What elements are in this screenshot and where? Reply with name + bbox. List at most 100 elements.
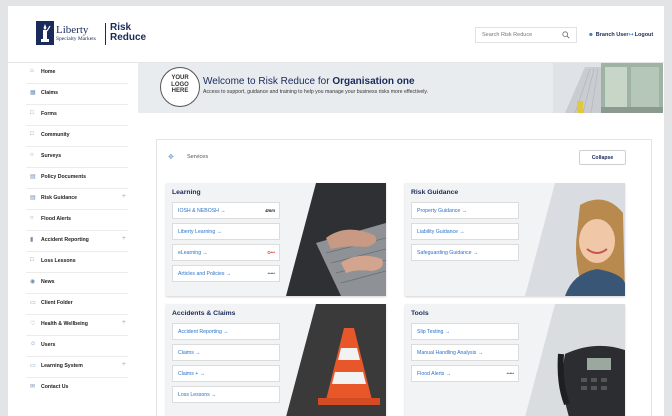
health-icon: ♡ <box>30 321 36 327</box>
sidebar-item-client-folder[interactable]: ▭ Client Folder <box>26 294 128 315</box>
services-panel: ✥ Services Collapse Learning IOSH & NEBO… <box>156 139 652 416</box>
expand-plus-icon[interactable]: + <box>122 361 126 368</box>
iosh-nebosh-link[interactable]: IOSH & NEBOSH → 4mm <box>172 202 280 219</box>
partner-badge: O••• <box>267 250 275 255</box>
expand-plus-icon[interactable]: + <box>122 235 126 242</box>
services-move-icon: ✥ <box>168 154 174 161</box>
branch-user-link[interactable]: ☻ Branch User <box>588 32 629 38</box>
partner-badge: 4mm <box>265 208 275 213</box>
contact-icon: ✉ <box>30 384 36 390</box>
chart-icon: ▮ <box>30 237 34 243</box>
sidebar-item-learning-system[interactable]: ▭ Learning System + <box>26 357 128 378</box>
sidebar-item-forms[interactable]: □ Forms <box>26 105 128 126</box>
manual-handling-analysis-link[interactable]: Manual Handling Analysis → <box>411 344 519 361</box>
elearning-link[interactable]: eLearning → O••• <box>172 244 280 261</box>
sidebar-item-label: Risk Guidance <box>41 195 78 201</box>
services-heading: Services <box>187 154 209 160</box>
claims-link[interactable]: Claims → <box>172 344 280 361</box>
sidebar-item-label: Flood Alerts <box>41 216 72 222</box>
sidebar-item-policy-documents[interactable]: ▤ Policy Documents <box>26 168 128 189</box>
laptop-typing-image <box>286 183 386 296</box>
articles-policies-link[interactable]: Articles and Policies → ••••• <box>172 265 280 282</box>
sidebar-item-health-wellbeing[interactable]: ♡ Health & Wellbeing + <box>26 315 128 336</box>
welcome-title-prefix: Welcome to Risk Reduce for <box>203 76 333 87</box>
safeguarding-guidance-link[interactable]: Safeguarding Guidance → <box>411 244 519 261</box>
accidents-claims-card: Accidents & Claims Accident Reporting → … <box>166 304 386 416</box>
link-label: Liberty Learning → <box>178 229 222 235</box>
surveys-icon: ○ <box>30 152 34 158</box>
sidebar-item-label: Community <box>41 132 70 138</box>
expand-plus-icon[interactable]: + <box>122 193 126 200</box>
logout-label: Logout <box>634 32 654 38</box>
lessons-icon: □ <box>30 257 34 263</box>
folder-icon: ▭ <box>30 300 36 306</box>
top-header: Liberty Specialty Markets Risk Reduce ☻B… <box>8 6 664 63</box>
traffic-cone-image <box>286 304 386 416</box>
welcome-subtitle: Access to support, guidance and training… <box>203 89 429 95</box>
liberty-logo[interactable]: Liberty Specialty Markets <box>36 21 96 47</box>
search-input[interactable] <box>476 28 560 42</box>
smiling-woman-image <box>525 183 625 296</box>
claims-plus-link[interactable]: Claims + → <box>172 365 280 382</box>
community-icon: □ <box>30 131 34 137</box>
user-icon: ☻ <box>588 32 594 38</box>
sidebar-item-community[interactable]: □ Community <box>26 126 128 147</box>
link-label: Claims + → <box>178 371 205 377</box>
office-building-image <box>553 63 663 113</box>
sidebar-item-accident-reporting[interactable]: ▮ Accident Reporting + <box>26 231 128 252</box>
expand-plus-icon[interactable]: + <box>122 319 126 326</box>
sidebar-item-label: Health & Wellbeing <box>41 321 88 327</box>
sidebar-item-label: Surveys <box>41 153 62 159</box>
sidebar-item-label: Accident Reporting <box>41 237 89 243</box>
slip-testing-link[interactable]: Slip Testing → <box>411 323 519 340</box>
flood-icon: ○ <box>30 215 34 221</box>
accident-reporting-link[interactable]: Accident Reporting → <box>172 323 280 340</box>
sidebar-item-contact-us[interactable]: ✉ Contact Us <box>26 378 128 399</box>
sidebar-item-label: Users <box>41 342 56 348</box>
sidebar-item-risk-guidance[interactable]: ▤ Risk Guidance + <box>26 189 128 210</box>
collapse-button[interactable]: Collapse <box>579 150 626 165</box>
logo-subtitle: Specialty Markets <box>56 36 96 42</box>
link-label: Articles and Policies → <box>178 271 232 277</box>
users-icon: ☺ <box>30 341 37 347</box>
sidebar-item-loss-lessons[interactable]: □ Loss Lessons <box>26 252 128 273</box>
sidebar-item-claims[interactable]: ▦ Claims <box>26 84 128 105</box>
organisation-name: Organisation one <box>332 76 415 87</box>
link-label: Safeguarding Guidance → <box>417 250 479 256</box>
link-label: Manual Handling Analysis → <box>417 350 484 356</box>
card-title: Risk Guidance <box>411 189 459 196</box>
sidebar-item-home[interactable]: ⌂ Home <box>26 63 128 84</box>
sidebar-item-label: Learning System <box>41 363 83 369</box>
document-icon: ▤ <box>30 174 36 180</box>
sidebar-item-flood-alerts[interactable]: ○ Flood Alerts <box>26 210 128 231</box>
search-icon[interactable] <box>562 31 570 39</box>
learning-icon: ▭ <box>30 363 36 369</box>
sidebar-item-news[interactable]: ◉ News <box>26 273 128 294</box>
organisation-logo-placeholder: YOUR LOGO HERE <box>160 67 200 107</box>
flood-alerts-link[interactable]: Flood Alerts → ••••• <box>411 365 519 382</box>
sidebar-item-label: Contact Us <box>41 384 69 390</box>
liberty-learning-link[interactable]: Liberty Learning → <box>172 223 280 240</box>
card-title: Tools <box>411 310 429 317</box>
home-icon: ⌂ <box>30 68 34 74</box>
search-box <box>475 27 577 43</box>
link-label: Property Guidance → <box>417 208 467 214</box>
welcome-banner: YOUR LOGO HERE Welcome to Risk Reduce fo… <box>138 63 663 113</box>
loss-lessons-link[interactable]: Loss Lessons → <box>172 386 280 403</box>
sidebar-item-label: Policy Documents <box>41 174 86 180</box>
sidebar-item-label: News <box>41 279 55 285</box>
link-label: Accident Reporting → <box>178 329 229 335</box>
liability-guidance-link[interactable]: Liability Guidance → <box>411 223 519 240</box>
logo-divider <box>105 23 106 45</box>
link-label: eLearning → <box>178 250 208 256</box>
sidebar-item-users[interactable]: ☺ Users <box>26 336 128 357</box>
branch-user-label: Branch User <box>595 32 629 38</box>
property-guidance-link[interactable]: Property Guidance → <box>411 202 519 219</box>
sidebar-item-label: Home <box>41 69 56 75</box>
welcome-title: Welcome to Risk Reduce for Organisation … <box>203 76 415 87</box>
risk-guidance-card: Risk Guidance Property Guidance → Liabil… <box>405 183 625 296</box>
link-label: Liability Guidance → <box>417 229 465 235</box>
logout-link[interactable]: ↦Logout <box>629 32 653 38</box>
sidebar-item-surveys[interactable]: ○ Surveys <box>26 147 128 168</box>
logo-placeholder-line: HERE <box>171 88 189 94</box>
